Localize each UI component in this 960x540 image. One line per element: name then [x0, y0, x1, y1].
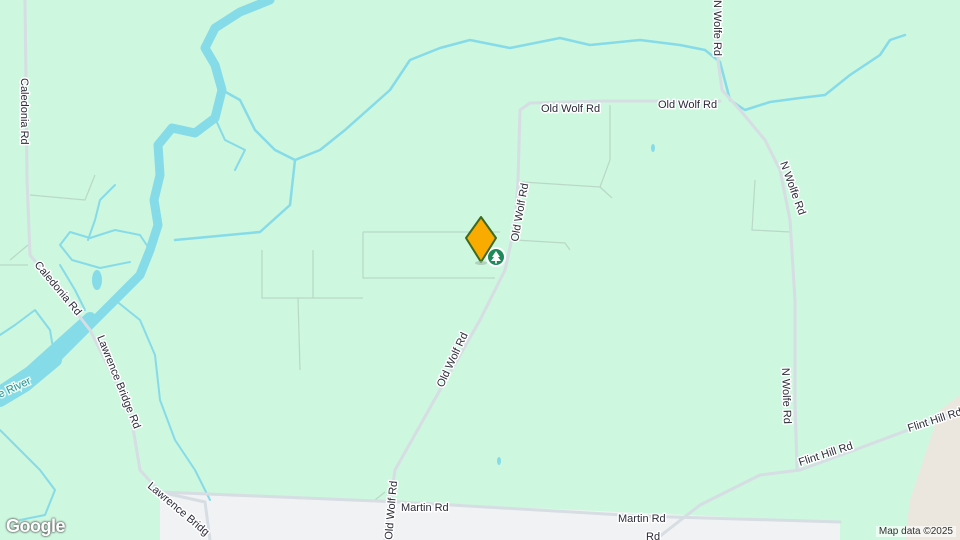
road-label-old-wolf-rd-top-1: Old Wolf Rd	[541, 103, 600, 115]
road-label-old-wolf-rd-top-2: Old Wolf Rd	[658, 99, 717, 111]
map-attribution: Map data ©2025	[875, 526, 956, 537]
road-label-n-wolfe-rd-lower: N Wolfe Rd	[779, 368, 793, 424]
google-logo: Google	[6, 516, 66, 536]
road-label-n-wolfe-rd-top: N Wolfe Rd	[711, 0, 723, 56]
map-canvas[interactable]: Old Wolf Rd Old Wolf Rd Old Wolf Rd Old …	[0, 0, 960, 540]
road-label-caledonia-rd-top: Caledonia Rd	[18, 78, 30, 145]
road-label-martin-rd-2: Martin Rd	[618, 513, 666, 525]
road-label-martin-rd-1: Martin Rd	[401, 502, 449, 514]
road-label-partial-rd: Rd	[646, 531, 660, 540]
tree-pin-icon[interactable]	[486, 247, 506, 267]
